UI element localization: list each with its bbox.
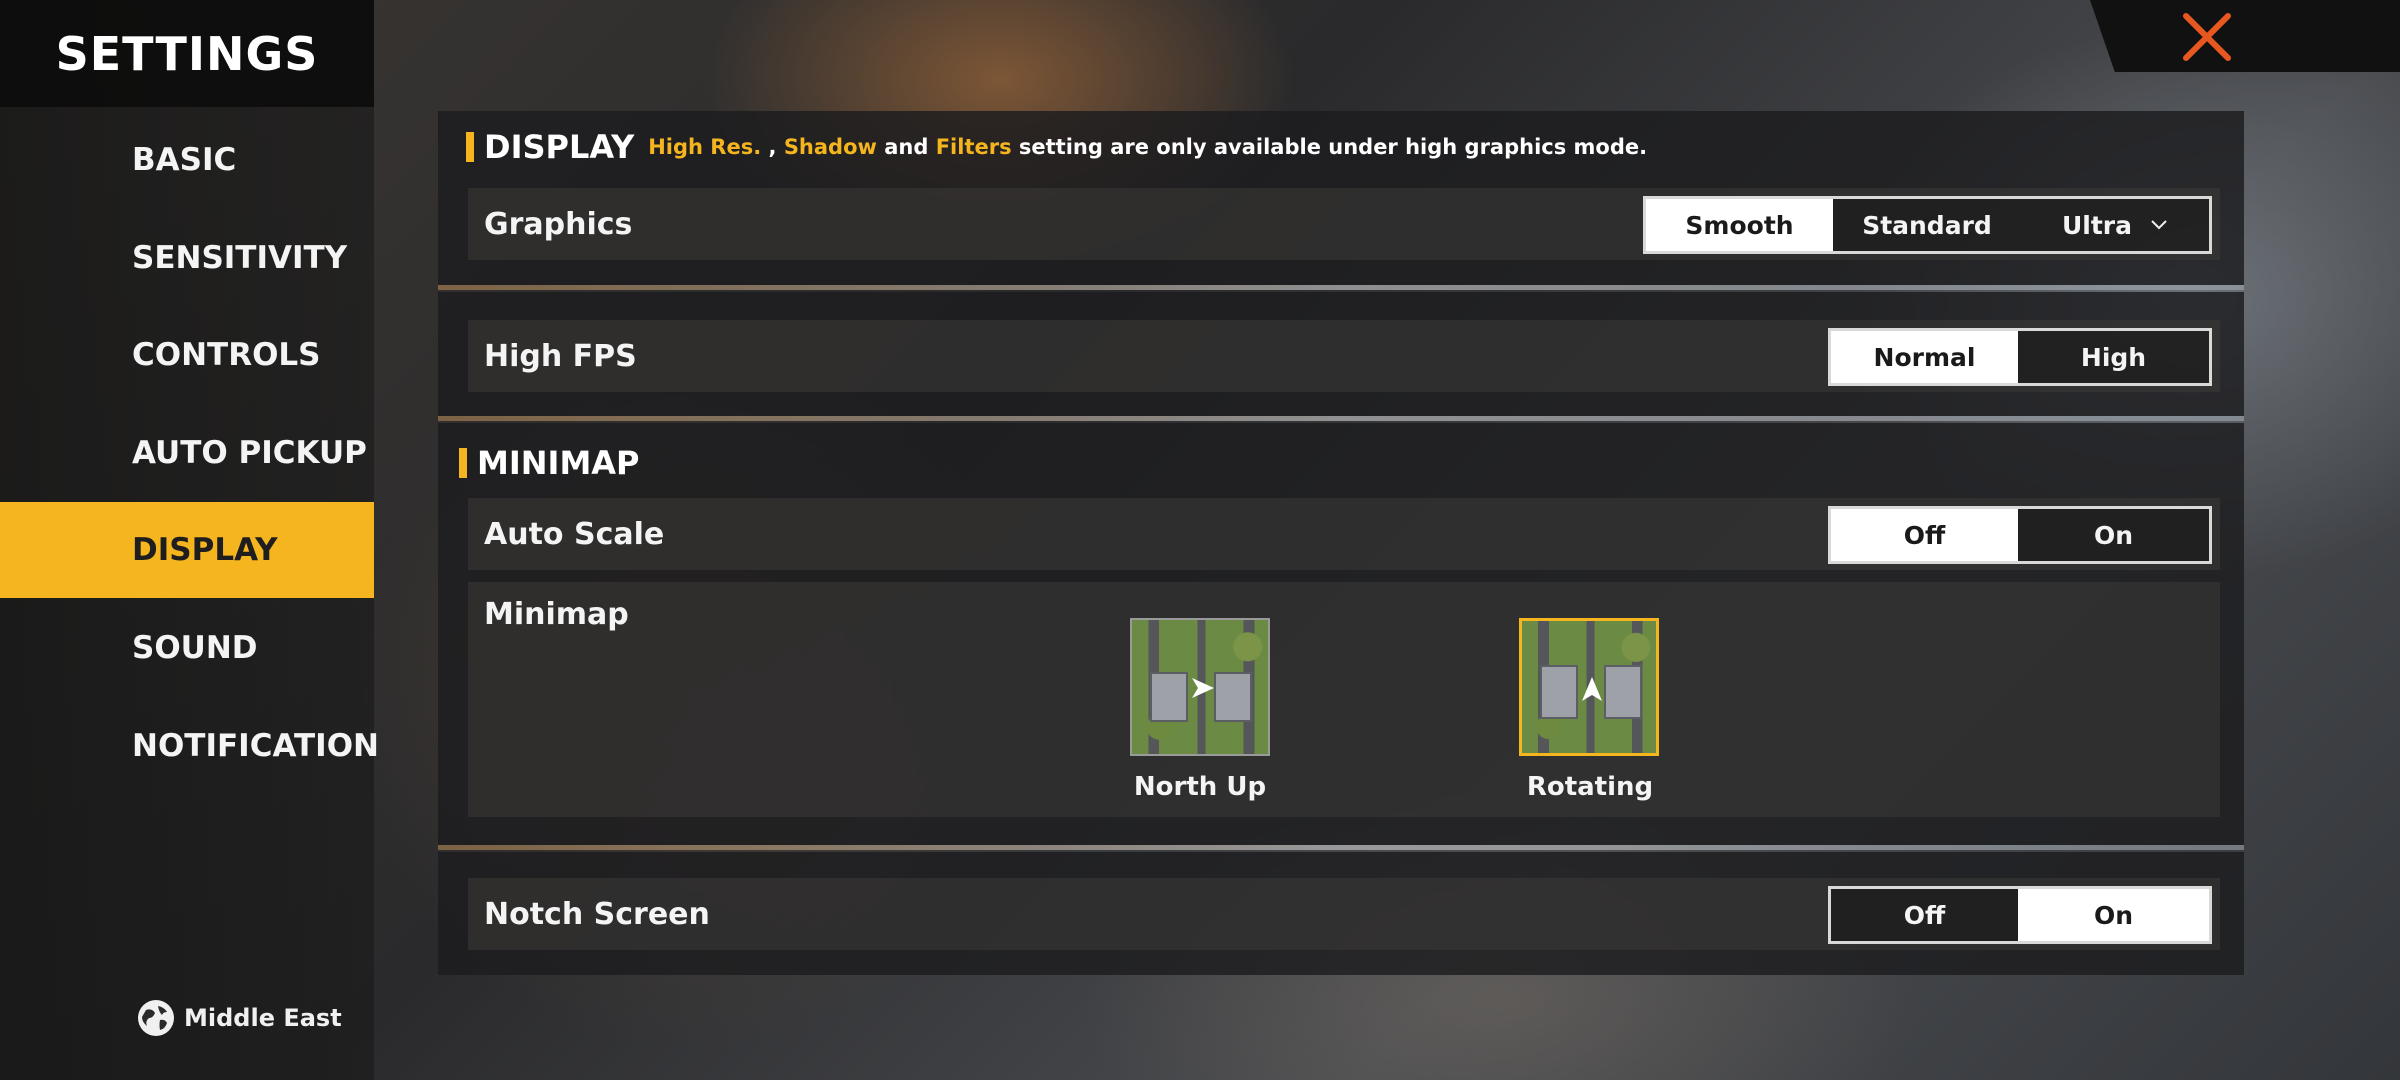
auto-scale-row: Auto Scale Off On [468,498,2220,570]
note-sep: , [761,135,784,159]
high-fps-segmented-control: Normal High [1828,328,2212,386]
auto-scale-segmented-control: Off On [1828,506,2212,564]
graphics-option-ultra-label: Ultra [2061,210,2133,240]
region-selector[interactable]: Middle East [138,998,342,1038]
display-note: High Res. , Shadow and Filters setting a… [648,135,1647,159]
minimap-section-header: MINIMAP [459,444,640,482]
globe-icon [138,1000,174,1036]
high-fps-option-high[interactable]: High [2018,331,2209,383]
minimap-rotating-label: Rotating [1526,772,1654,802]
section-accent-bar [466,132,474,162]
nav-item-auto-pickup[interactable]: AUTO PICKUP [0,405,374,501]
minimap-mode-label: Minimap [484,596,629,632]
minimap-section-title: MINIMAP [477,444,640,482]
map-building [1214,672,1252,722]
graphics-label: Graphics [484,206,633,242]
map-building [1604,665,1642,719]
notch-screen-label: Notch Screen [484,896,710,932]
settings-title: SETTINGS [0,0,374,107]
north-up-arrow-icon [1192,678,1214,698]
minimap-rotating-thumbnail[interactable] [1519,618,1659,756]
close-tab [2090,0,2400,72]
note-highlight-high-res: High Res. [648,135,762,159]
divider [438,845,2244,850]
chevron-down-icon [2151,220,2167,230]
nav-item-basic[interactable]: BASIC [0,112,374,208]
nav-item-sound[interactable]: SOUND [0,600,374,696]
notch-option-off[interactable]: Off [1831,889,2018,941]
divider [438,285,2244,290]
notch-screen-segmented-control: Off On [1828,886,2212,944]
high-fps-label: High FPS [484,338,637,374]
close-icon[interactable] [2180,10,2234,64]
section-accent-bar [459,448,467,478]
display-section-header: DISPLAY High Res. , Shadow and Filters s… [466,128,1647,166]
auto-scale-option-off[interactable]: Off [1831,509,2018,561]
nav-item-notification[interactable]: NOTIFICATION [0,698,379,794]
rotating-arrow-icon [1582,677,1602,701]
graphics-row: Graphics Smooth Standard Ultra [468,188,2220,260]
map-building [1150,672,1188,722]
settings-sidebar: SETTINGS BASIC SENSITIVITY CONTROLS AUTO… [0,0,379,1080]
map-building [1540,665,1578,719]
graphics-option-standard[interactable]: Standard [1833,199,2021,251]
nav-item-controls[interactable]: CONTROLS [0,307,374,403]
minimap-north-up-label: North Up [1133,772,1267,802]
note-highlight-shadow: Shadow [783,135,877,159]
note-rest: setting are only available under high gr… [1011,135,1648,159]
nav-item-display[interactable]: DISPLAY [0,502,374,598]
display-section-title: DISPLAY [484,128,635,166]
notch-option-on[interactable]: On [2018,889,2209,941]
graphics-segmented-control: Smooth Standard Ultra [1643,196,2212,254]
auto-scale-label: Auto Scale [484,516,665,552]
notch-screen-row: Notch Screen Off On [468,878,2220,950]
high-fps-option-normal[interactable]: Normal [1831,331,2018,383]
nav-item-sensitivity[interactable]: SENSITIVITY [0,210,374,306]
region-label: Middle East [184,1004,342,1032]
high-fps-row: High FPS Normal High [468,320,2220,392]
minimap-north-up-thumbnail[interactable] [1130,618,1270,756]
divider [438,416,2244,421]
auto-scale-option-on[interactable]: On [2018,509,2209,561]
note-and: and [876,135,936,159]
minimap-mode-row: Minimap North Up Rotating [468,582,2220,817]
note-highlight-filters: Filters [935,135,1012,159]
graphics-option-ultra[interactable]: Ultra [2021,199,2209,251]
graphics-option-smooth[interactable]: Smooth [1646,199,1833,251]
